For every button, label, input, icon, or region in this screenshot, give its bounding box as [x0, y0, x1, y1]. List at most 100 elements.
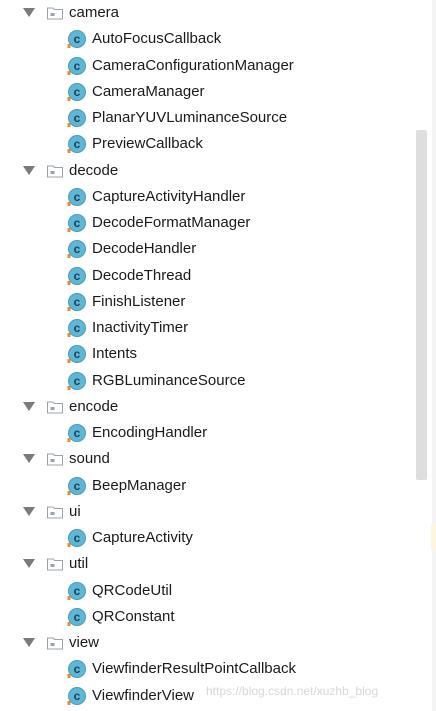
class-label: InactivityTimer [92, 319, 189, 336]
tree-class-CameraConfigurationManager[interactable]: c CameraConfigurationManager [0, 53, 410, 79]
package-label: view [69, 634, 100, 651]
tree-class-FinishListener[interactable]: c FinishListener [0, 289, 410, 315]
tree-class-InactivityTimer[interactable]: c InactivityTimer [0, 315, 410, 341]
expand-arrow-icon[interactable] [23, 638, 35, 647]
package-label: util [69, 555, 89, 573]
svg-text:c: c [74, 610, 81, 624]
svg-text:c: c [74, 216, 81, 230]
tree-package-util[interactable]: util [0, 551, 410, 577]
folder-icon [47, 7, 63, 20]
tree-class-CaptureActivity[interactable]: c CaptureActivity [0, 525, 410, 551]
tree-class-ViewfinderResultPointCallback[interactable]: c ViewfinderResultPointCallback [0, 656, 410, 682]
class-label: QRConstant [92, 607, 175, 625]
class-icon: c [67, 581, 86, 600]
class-icon: c [67, 319, 86, 337]
folder-icon [47, 506, 63, 519]
class-label: RGBLuminanceSource [92, 371, 246, 389]
tree-class-DecodeThread[interactable]: c DecodeThread [0, 263, 410, 289]
vertical-scrollbar-thumb[interactable] [416, 130, 427, 480]
tree-class-BeepManager[interactable]: c BeepManager [0, 473, 410, 499]
expand-arrow-icon[interactable] [23, 506, 35, 516]
svg-text:c: c [74, 426, 81, 440]
tree-class-CameraManager[interactable]: c CameraManager [0, 79, 410, 105]
tree-class-PreviewCallback[interactable]: c PreviewCallback [0, 131, 410, 157]
svg-text:c: c [74, 111, 81, 125]
class-label: ViewfinderView [92, 686, 195, 704]
class-icon: c [67, 30, 86, 49]
tree-class-EncodingHandler[interactable]: c EncodingHandler [0, 420, 410, 446]
tree-class-AutoFocusCallback[interactable]: c AutoFocusCallback [0, 26, 410, 52]
class-icon: c [67, 292, 86, 311]
class-label: CaptureActivity [92, 529, 193, 546]
class-icon: c [67, 424, 86, 442]
expand-arrow-icon[interactable] [23, 559, 35, 569]
class-label: CaptureActivityHandler [92, 187, 246, 205]
svg-text:c: c [74, 269, 81, 283]
tree-package-ui[interactable]: ui [0, 499, 410, 525]
project-tree: camera c AutoFocusCallback c CameraConfigura… [0, 0, 436, 711]
panel-edge-highlight [431, 524, 436, 550]
svg-text:c: c [74, 321, 81, 335]
class-icon: c [67, 82, 86, 101]
svg-text:c: c [74, 479, 81, 493]
svg-text:c: c [74, 347, 81, 361]
class-icon: c [67, 109, 86, 127]
svg-text:c: c [74, 32, 81, 46]
expand-arrow-icon[interactable] [23, 8, 35, 17]
class-icon: c [67, 476, 86, 495]
class-label: FinishListener [92, 292, 186, 310]
folder-icon [47, 165, 63, 177]
class-icon: c [67, 214, 86, 232]
class-icon: c [67, 345, 86, 364]
tree-package-sound[interactable]: sound [0, 446, 410, 472]
class-label: AutoFocusCallback [92, 30, 222, 48]
expand-arrow-icon[interactable] [23, 165, 35, 175]
svg-text:c: c [74, 242, 81, 256]
expand-arrow-icon[interactable] [23, 454, 35, 464]
class-icon: c [67, 266, 86, 285]
class-icon: c [67, 660, 86, 679]
tree-package-decode[interactable]: decode [0, 158, 410, 184]
tree-class-CaptureActivityHandler[interactable]: c CaptureActivityHandler [0, 184, 410, 210]
class-icon: c [67, 529, 86, 547]
svg-text:c: c [74, 295, 81, 309]
package-label: encode [69, 397, 119, 415]
package-label: sound [69, 450, 110, 468]
class-label: DecodeThread [92, 266, 192, 284]
tree-package-camera[interactable]: camera [0, 0, 410, 26]
package-label: camera [69, 4, 120, 21]
tree-package-encode[interactable]: encode [0, 394, 410, 420]
tree-class-RGBLuminanceSource[interactable]: c RGBLuminanceSource [0, 368, 410, 394]
svg-text:c: c [74, 137, 81, 151]
class-icon: c [67, 56, 86, 75]
svg-text:c: c [74, 85, 81, 99]
class-icon: c [67, 607, 86, 626]
svg-text:c: c [74, 190, 81, 204]
class-icon: c [67, 187, 86, 206]
expand-arrow-icon[interactable] [23, 401, 35, 411]
folder-icon [47, 637, 63, 650]
class-label: PlanarYUVLuminanceSource [92, 109, 288, 126]
svg-text:c: c [74, 584, 81, 598]
svg-text:c: c [74, 374, 81, 388]
tree-class-DecodeFormatManager[interactable]: c DecodeFormatManager [0, 210, 410, 236]
tree-class-DecodeHandler[interactable]: c DecodeHandler [0, 236, 410, 262]
class-label: EncodingHandler [92, 424, 208, 441]
class-label: ViewfinderResultPointCallback [92, 660, 296, 678]
class-label: CameraManager [92, 82, 205, 100]
svg-text:c: c [74, 689, 81, 703]
class-icon: c [67, 371, 86, 390]
class-label: QRCodeUtil [92, 581, 173, 599]
panel-right-edge [432, 0, 436, 711]
tree-class-PlanarYUVLuminanceSource[interactable]: c PlanarYUVLuminanceSource [0, 105, 410, 131]
folder-icon [47, 401, 63, 414]
svg-text:c: c [74, 662, 81, 676]
class-label: DecodeFormatManager [92, 214, 251, 231]
class-label: Intents [92, 345, 138, 363]
class-icon: c [67, 240, 86, 259]
class-label: CameraConfigurationManager [92, 56, 294, 74]
tree-class-QRConstant[interactable]: c QRConstant [0, 604, 410, 630]
tree-class-Intents[interactable]: c Intents [0, 341, 410, 367]
tree-package-view[interactable]: view [0, 630, 410, 656]
tree-class-QRCodeUtil[interactable]: c QRCodeUtil [0, 578, 410, 604]
